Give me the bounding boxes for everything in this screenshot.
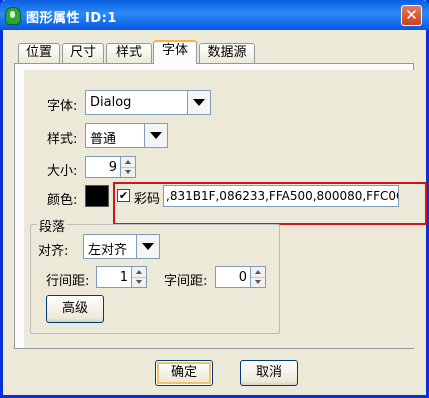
char-spacing-label: 字间距:	[164, 274, 208, 289]
title-bar[interactable]: 图形属性 ID:1 ✕	[0, 0, 429, 30]
tab-position[interactable]: 位置	[18, 43, 60, 63]
align-value: 左对齐	[88, 243, 128, 258]
tab-style[interactable]: 样式	[106, 43, 152, 63]
color-swatch[interactable]	[85, 185, 109, 207]
style-value: 普通	[90, 132, 117, 147]
font-combo[interactable]: Dialog	[85, 90, 211, 115]
advanced-button[interactable]: 高级	[46, 295, 104, 323]
window-title: 图形属性 ID:1	[26, 11, 117, 26]
line-spacing-label: 行间距:	[46, 274, 90, 289]
line-spacing-value: 1	[119, 270, 128, 285]
ok-button[interactable]: 确定	[155, 360, 213, 386]
font-value: Dialog	[90, 95, 132, 110]
align-label: 对齐:	[38, 244, 69, 259]
cancel-button[interactable]: 取消	[240, 360, 298, 386]
align-combo[interactable]: 左对齐	[83, 234, 160, 259]
chevron-down-icon[interactable]	[136, 235, 159, 258]
tab-size[interactable]: 尺寸	[62, 43, 104, 63]
char-spacing-value: 0	[238, 270, 247, 285]
style-combo[interactable]: 普通	[85, 123, 168, 148]
size-value: 9	[108, 160, 117, 175]
highlight-annotation	[113, 182, 427, 225]
size-spinner[interactable]: 9	[85, 156, 136, 178]
tab-font[interactable]: 字体	[153, 40, 197, 64]
color-label: 颜色:	[47, 193, 78, 208]
size-label: 大小:	[47, 164, 78, 179]
tab-datasource[interactable]: 数据源	[199, 43, 255, 63]
font-label: 字体:	[47, 99, 78, 114]
char-spacing-spinner[interactable]: 0	[215, 266, 266, 288]
line-spacing-spinner[interactable]: 1	[96, 266, 147, 288]
spin-down-icon[interactable]	[251, 277, 265, 287]
spin-down-icon[interactable]	[121, 167, 135, 177]
app-icon	[5, 7, 21, 25]
chevron-down-icon[interactable]	[187, 91, 210, 114]
close-button[interactable]: ✕	[401, 5, 422, 26]
style-label: 样式:	[47, 132, 78, 147]
spin-down-icon[interactable]	[132, 277, 146, 287]
chevron-down-icon[interactable]	[144, 124, 167, 147]
paragraph-group-title: 段落	[37, 216, 68, 235]
